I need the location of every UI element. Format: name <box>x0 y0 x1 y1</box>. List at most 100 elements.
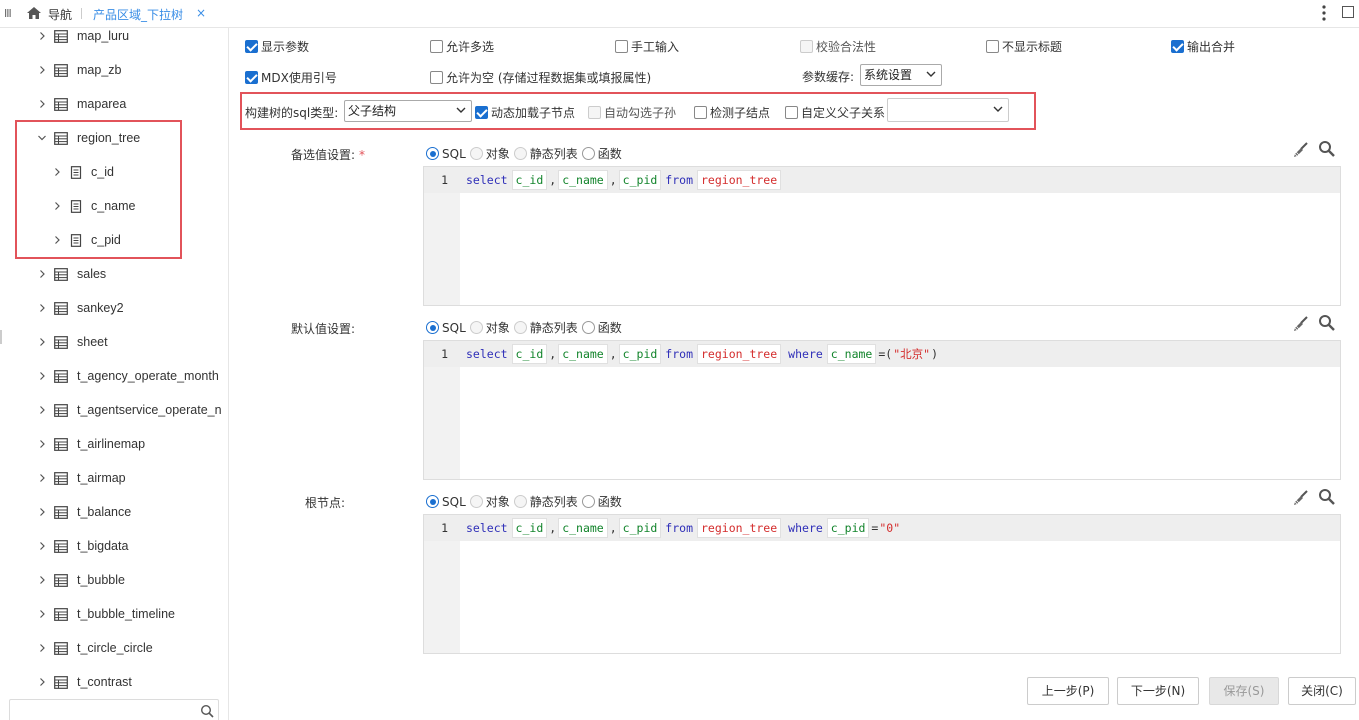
custom-relation-select[interactable] <box>887 98 1009 122</box>
nav-label[interactable]: 导航 <box>48 6 72 23</box>
home-icon[interactable] <box>26 5 42 21</box>
radio-function[interactable]: 函数 <box>581 319 622 336</box>
radio-circle[interactable] <box>469 321 483 334</box>
clear-broom-icon[interactable] <box>1292 141 1310 159</box>
radio-sql[interactable]: SQL <box>426 321 466 335</box>
tab-product-region[interactable]: 产品区域_下拉树 <box>93 6 183 23</box>
chevron-right-icon[interactable] <box>37 642 47 654</box>
radio-static-list[interactable]: 静态列表 <box>513 493 578 510</box>
radio-function[interactable]: 函数 <box>581 145 622 162</box>
radio-circle[interactable] <box>426 495 439 508</box>
sql-editor[interactable]: 1 select c_id, c_name, c_pid from region_tree w… <box>423 340 1341 480</box>
radio-circle[interactable] <box>581 147 595 160</box>
tree-item-t-airlinemap[interactable]: t_airlinemap <box>0 436 228 456</box>
tree-item-sankey2[interactable]: sankey2 <box>0 300 228 320</box>
allow-empty-checkbox[interactable]: 允许为空 (存储过程数据集或填报属性) <box>430 69 651 86</box>
maximize-icon[interactable] <box>1342 6 1354 18</box>
chevron-right-icon[interactable] <box>37 540 47 552</box>
tree-item-sales[interactable]: sales <box>0 266 228 286</box>
show-param-checkbox[interactable]: 显示参数 <box>245 38 309 55</box>
next-step-button[interactable]: 下一步(N) <box>1117 677 1199 705</box>
clear-broom-icon[interactable] <box>1292 315 1310 333</box>
tree-item-t-bigdata[interactable]: t_bigdata <box>0 538 228 558</box>
search-icon[interactable] <box>1318 488 1336 506</box>
close-button[interactable]: 关闭(C) <box>1288 677 1356 705</box>
chevron-right-icon[interactable] <box>37 574 47 586</box>
chevron-right-icon[interactable] <box>37 370 47 382</box>
prev-step-button[interactable]: 上一步(P) <box>1027 677 1109 705</box>
chevron-right-icon[interactable] <box>37 404 47 416</box>
chevron-right-icon[interactable] <box>37 506 47 518</box>
tree-item-t-bubble[interactable]: t_bubble <box>0 572 228 592</box>
chevron-right-icon[interactable] <box>37 336 47 348</box>
detect-leaf-checkbox[interactable]: 检测子结点 <box>694 104 770 121</box>
checkbox-box[interactable] <box>615 40 628 53</box>
checkbox-box[interactable] <box>245 71 258 84</box>
tree-search-input[interactable] <box>9 699 219 720</box>
hide-title-checkbox[interactable]: 不显示标题 <box>986 38 1062 55</box>
tree-item-t-circle-circle[interactable]: t_circle_circle <box>0 640 228 660</box>
checkbox-box[interactable] <box>694 106 707 119</box>
chevron-right-icon[interactable] <box>37 302 47 314</box>
checkbox-box[interactable] <box>1171 40 1184 53</box>
radio-circle[interactable] <box>513 495 527 508</box>
search-icon[interactable] <box>1318 314 1336 332</box>
radio-circle[interactable] <box>426 321 439 334</box>
cache-select[interactable]: 系统设置 <box>860 64 942 86</box>
checkbox-box[interactable] <box>430 40 443 53</box>
radio-circle[interactable] <box>469 147 483 160</box>
more-vertical-icon[interactable] <box>1318 4 1330 22</box>
radio-static-list[interactable]: 静态列表 <box>513 319 578 336</box>
chevron-right-icon[interactable] <box>37 98 47 110</box>
tree-item-t-contrast[interactable]: t_contrast <box>0 674 228 694</box>
mdx-quote-checkbox[interactable]: MDX使用引号 <box>245 69 337 86</box>
dynamic-load-checkbox[interactable]: 动态加载子节点 <box>475 104 575 121</box>
radio-circle[interactable] <box>469 495 483 508</box>
sql-type-select[interactable]: 父子结构 <box>344 100 472 122</box>
tree-item-t-balance[interactable]: t_balance <box>0 504 228 524</box>
radio-object[interactable]: 对象 <box>469 493 510 510</box>
radio-object[interactable]: 对象 <box>469 145 510 162</box>
radio-sql[interactable]: SQL <box>426 147 466 161</box>
custom-relation-checkbox[interactable]: 自定义父子关系 <box>785 104 885 121</box>
tree-item-sheet[interactable]: sheet <box>0 334 228 354</box>
radio-circle[interactable] <box>426 147 439 160</box>
menu-icon[interactable]: III <box>4 7 12 20</box>
panel-resize-handle[interactable] <box>0 330 2 344</box>
chevron-right-icon[interactable] <box>37 64 47 76</box>
checkbox-box[interactable] <box>475 106 488 119</box>
radio-static-list[interactable]: 静态列表 <box>513 145 578 162</box>
chevron-right-icon[interactable] <box>37 472 47 484</box>
sql-editor[interactable]: 1 select c_id, c_name, c_pid from region_tree <box>423 166 1341 306</box>
tree-item-map-luru[interactable]: map_luru <box>0 28 228 48</box>
manual-input-checkbox[interactable]: 手工输入 <box>615 38 679 55</box>
radio-circle[interactable] <box>581 495 595 508</box>
radio-circle[interactable] <box>581 321 595 334</box>
clear-broom-icon[interactable] <box>1292 489 1310 507</box>
search-icon[interactable] <box>200 704 214 718</box>
tree-item-t-agentservice-operate-n[interactable]: t_agentservice_operate_n <box>0 402 228 422</box>
chevron-right-icon[interactable] <box>37 30 47 42</box>
tree-item-map-zb[interactable]: map_zb <box>0 62 228 82</box>
tab-close-icon[interactable]: × <box>196 6 206 20</box>
chevron-right-icon[interactable] <box>37 268 47 280</box>
tree-item-maparea[interactable]: maparea <box>0 96 228 116</box>
radio-sql[interactable]: SQL <box>426 495 466 509</box>
allow-multi-checkbox[interactable]: 允许多选 <box>430 38 494 55</box>
radio-circle[interactable] <box>513 147 527 160</box>
search-icon[interactable] <box>1318 140 1336 158</box>
sql-editor[interactable]: 1 select c_id, c_name, c_pid from region_tree w… <box>423 514 1341 654</box>
tree-item-t-airmap[interactable]: t_airmap <box>0 470 228 490</box>
checkbox-box[interactable] <box>785 106 798 119</box>
tree-item-t-agency-operate-month[interactable]: t_agency_operate_month <box>0 368 228 388</box>
checkbox-box[interactable] <box>245 40 258 53</box>
radio-function[interactable]: 函数 <box>581 493 622 510</box>
tree-item-t-bubble-timeline[interactable]: t_bubble_timeline <box>0 606 228 626</box>
checkbox-box[interactable] <box>986 40 999 53</box>
radio-object[interactable]: 对象 <box>469 319 510 336</box>
checkbox-box[interactable] <box>430 71 443 84</box>
radio-circle[interactable] <box>513 321 527 334</box>
output-merge-checkbox[interactable]: 输出合并 <box>1171 38 1235 55</box>
chevron-right-icon[interactable] <box>37 438 47 450</box>
chevron-right-icon[interactable] <box>37 608 47 620</box>
